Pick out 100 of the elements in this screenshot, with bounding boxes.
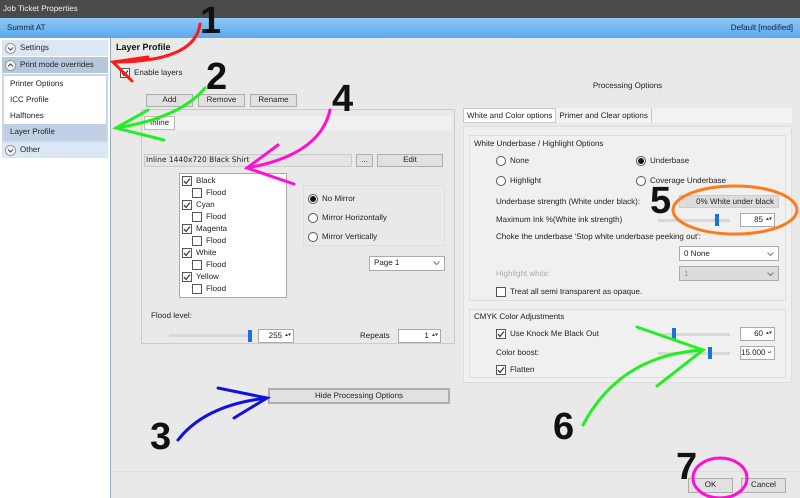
sidebar-item[interactable]: ICC Profile: [4, 92, 106, 108]
checkbox[interactable]: [182, 176, 192, 186]
dropdown[interactable]: 0% White under black: [679, 195, 779, 208]
slider-track[interactable]: [658, 347, 730, 359]
radio-button[interactable]: [496, 156, 506, 166]
checkbox-label: Flatten: [510, 364, 534, 376]
field-label: Color boost:: [496, 347, 540, 359]
radio-button[interactable]: [636, 156, 646, 166]
radio-button[interactable]: [636, 176, 646, 186]
radio-button[interactable]: [496, 176, 506, 186]
preset-name: Default [modified]: [730, 22, 793, 34]
button[interactable]: OK: [688, 478, 733, 492]
dropdown[interactable]: Page 1: [369, 256, 445, 270]
slider-track[interactable]: [658, 328, 730, 340]
expand-icon: [5, 144, 16, 156]
sidebar-item[interactable]: Layer Profile: [4, 124, 106, 140]
slider-track[interactable]: [169, 330, 252, 342]
button[interactable]: Add: [146, 94, 193, 106]
spinner-arrows-icon: [285, 332, 291, 338]
checkbox[interactable]: [496, 287, 506, 297]
checkbox-label: Cyan: [196, 198, 215, 210]
button[interactable]: Rename: [250, 94, 297, 106]
slider-thumb[interactable]: [708, 347, 712, 359]
checkbox[interactable]: [496, 365, 506, 375]
radio-label: Mirror Horizontally: [322, 212, 387, 224]
radio-button[interactable]: [308, 194, 318, 204]
checkbox-label: Flood: [206, 186, 226, 198]
slider-track[interactable]: [658, 214, 730, 226]
window-title: Job Ticket Properties: [3, 3, 78, 15]
sidebar-item[interactable]: Printer Options: [4, 76, 106, 92]
checkmark-icon: [183, 272, 191, 280]
button[interactable]: Remove: [198, 94, 245, 106]
checkmark-icon: [183, 224, 191, 232]
checkbox-label: Use Knock Me Black Out: [510, 328, 599, 340]
checkbox[interactable]: [182, 272, 192, 282]
field-label: Maximum Ink %(White ink strength): [496, 214, 624, 226]
sidebar-section[interactable]: Print mode overrides: [2, 57, 108, 73]
slider-thumb[interactable]: [715, 214, 720, 226]
number-field[interactable]: 15.000: [740, 346, 775, 360]
checkbox[interactable]: [192, 212, 202, 222]
annotation-number: 2: [206, 58, 228, 96]
field-label: Highlight white:: [496, 268, 550, 280]
radio-label: Highlight: [510, 175, 542, 187]
number-field[interactable]: 60: [740, 327, 775, 341]
sidebar-section[interactable]: Settings: [2, 40, 108, 56]
field-label: Underbase strength (White under black):: [496, 196, 640, 208]
checkbox-label: Yellow: [196, 270, 219, 282]
number-field[interactable]: 255: [258, 328, 294, 342]
sidebar-item[interactable]: Halftones: [4, 108, 106, 124]
repeats-label: Repeats: [360, 330, 390, 342]
checkbox[interactable]: [192, 284, 202, 294]
chevron-down-icon: [767, 272, 774, 276]
checkbox-label: White: [196, 246, 216, 258]
button[interactable]: Edit: [377, 154, 443, 166]
number-field[interactable]: 85: [740, 213, 775, 227]
chevron-down-icon: [767, 252, 774, 256]
annotation-number: 3: [150, 418, 172, 456]
checkbox[interactable]: [182, 200, 192, 210]
tab[interactable]: White and Color options: [463, 108, 556, 123]
button[interactable]: ...: [356, 154, 373, 166]
field-label: Choke the underbase 'Stop white underbase peeking out':: [496, 231, 702, 243]
slider-thumb[interactable]: [248, 330, 252, 342]
sidebar-section[interactable]: Other: [2, 142, 108, 158]
radio-label: Underbase: [650, 155, 690, 167]
checkbox-label: Flood: [206, 258, 226, 270]
chevron-down-icon: [433, 261, 440, 265]
expand-icon: [5, 42, 16, 54]
checkbox[interactable]: [496, 329, 506, 339]
annotation-number: 6: [553, 408, 574, 446]
dropdown[interactable]: 0 None: [679, 246, 779, 261]
checkbox[interactable]: [192, 188, 202, 198]
slider-thumb[interactable]: [672, 328, 676, 340]
checkbox-label: Flood: [206, 234, 226, 246]
checkmark-icon: [121, 68, 129, 76]
checkbox[interactable]: [182, 224, 192, 234]
radio-label: None: [510, 155, 530, 167]
section-title: Processing Options: [592, 80, 662, 92]
group-title: CMYK Color Adjustments: [474, 311, 566, 323]
button[interactable]: Cancel: [741, 478, 786, 492]
spinner-arrows-icon: [432, 332, 438, 338]
radio-button[interactable]: [308, 232, 318, 242]
radio-button[interactable]: [308, 212, 318, 222]
checkbox[interactable]: [192, 260, 202, 270]
number-field[interactable]: 1: [398, 328, 441, 342]
spinner-arrows-icon: [766, 331, 772, 337]
checkmark-icon: [183, 200, 191, 208]
flood-level-label: Flood level:: [151, 310, 193, 322]
spinner-arrows-icon: [766, 217, 772, 223]
checkbox[interactable]: [192, 236, 202, 246]
checkmark-icon: [497, 366, 505, 374]
checkbox[interactable]: [182, 248, 192, 258]
radio-label: Mirror Vertically: [322, 230, 378, 242]
checkbox-label: Magenta: [196, 222, 228, 234]
collapse-icon: [5, 60, 16, 70]
button[interactable]: Hide Processing Options: [268, 388, 450, 404]
printer-name: Summit AT: [7, 22, 46, 34]
checkbox-label: Flood: [206, 282, 226, 294]
page-heading: Layer Profile: [116, 41, 172, 54]
tab[interactable]: Primer and Clear options: [556, 108, 652, 123]
checkbox-label: Enable layers: [134, 66, 182, 78]
